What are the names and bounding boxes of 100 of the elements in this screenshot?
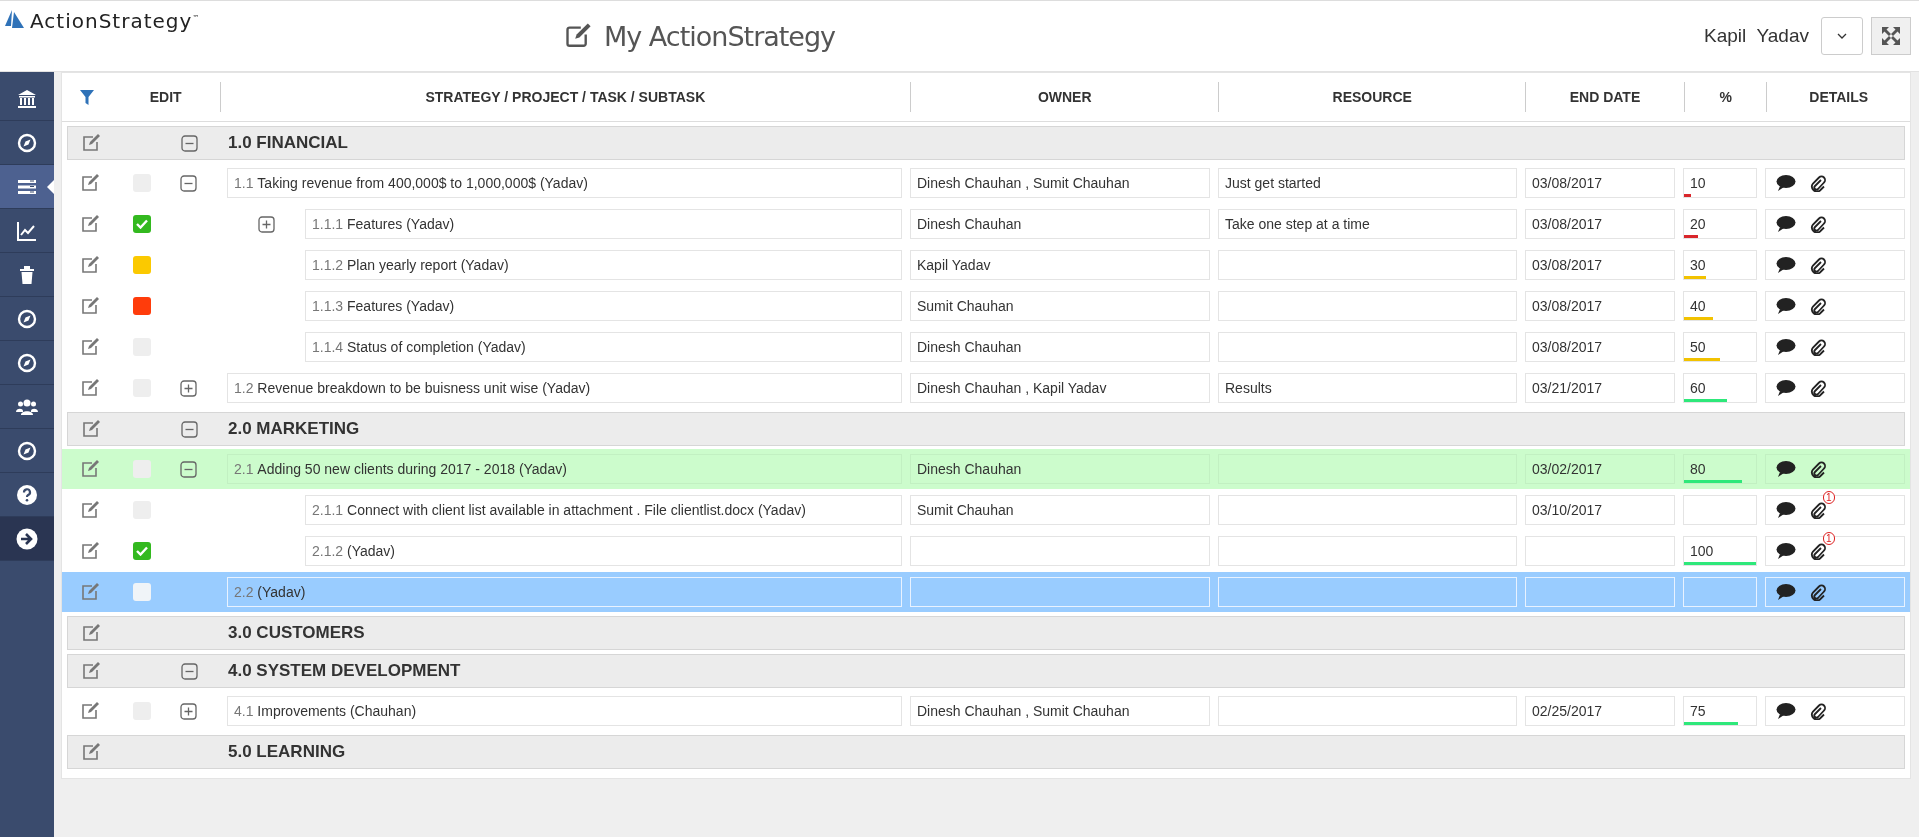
attachment-count-badge: 1	[1823, 491, 1835, 504]
page-title: My ActionStrategy	[604, 20, 836, 52]
task-row[interactable]: 1.2 Revenue breakdown to be buisness unit wise (Yadav) Dinesh Chauhan , Kapil Yadav Results 03/21/2017 60	[62, 368, 1910, 408]
percent-cell: 10	[1683, 168, 1757, 198]
arrow-right-icon	[15, 526, 39, 551]
comment-icon[interactable]	[1776, 702, 1796, 720]
paperclip-icon[interactable]	[1810, 460, 1826, 478]
percent-cell: 60	[1683, 373, 1757, 403]
task-title: 1.1.4 Status of completion (Yadav)	[305, 332, 902, 362]
owner-cell: Dinesh Chauhan	[910, 332, 1210, 362]
end-date-cell: 03/02/2017	[1525, 454, 1675, 484]
percent-cell: 40	[1683, 291, 1757, 321]
status-checkbox[interactable]	[133, 542, 151, 560]
end-date-cell: 03/08/2017	[1525, 291, 1675, 321]
comment-icon[interactable]	[1776, 379, 1796, 397]
sidebar-item[interactable]	[0, 165, 54, 209]
collapse-icon[interactable]	[180, 460, 197, 478]
end-date-cell: 03/08/2017	[1525, 168, 1675, 198]
edit-icon[interactable]	[80, 420, 101, 438]
task-title: 2.1 Adding 50 new clients during 2017 - 2018 (Yadav)	[227, 454, 902, 484]
edit-icon[interactable]	[80, 743, 101, 761]
task-row[interactable]: 2.2 (Yadav)	[62, 572, 1910, 612]
paperclip-icon[interactable]	[1810, 583, 1826, 601]
paperclip-icon[interactable]	[1810, 702, 1826, 720]
fullscreen-button[interactable]	[1871, 17, 1911, 55]
percent-column-header: %	[1684, 82, 1768, 112]
task-title: 1.1.1 Features (Yadav)	[305, 209, 902, 239]
edit-icon[interactable]	[80, 624, 101, 642]
paperclip-icon[interactable]	[1810, 501, 1826, 519]
resource-cell: Take one step at a time	[1218, 209, 1517, 239]
task-row[interactable]: 1.1.1 Features (Yadav) Dinesh Chauhan Take one step at a time 03/08/2017 20	[62, 204, 1910, 244]
comment-icon[interactable]	[1776, 215, 1796, 233]
status-checkbox[interactable]	[133, 215, 151, 233]
task-row[interactable]: 4.1 Improvements (Chauhan) Dinesh Chauhan , Sumit Chauhan 02/25/2017 75	[62, 691, 1910, 731]
paperclip-icon[interactable]	[1810, 338, 1826, 356]
task-row[interactable]: 2.1.1 Connect with client list available in attachment . File clientlist.docx (Yadav) Sumit Chauhan 03/10/2017 1	[62, 490, 1910, 530]
task-title: 1.1.2 Plan yearly report (Yadav)	[305, 250, 902, 280]
edit-column-header: EDIT	[111, 82, 221, 112]
logo-icon	[4, 9, 26, 29]
filter-icon[interactable]	[79, 89, 94, 105]
edit-icon[interactable]	[79, 379, 100, 397]
comment-icon[interactable]	[1776, 542, 1796, 560]
task-row[interactable]: 1.1.4 Status of completion (Yadav) Dinesh Chauhan 03/08/2017 50	[62, 327, 1910, 367]
paperclip-icon[interactable]	[1810, 379, 1826, 397]
percent-cell: 75	[1683, 696, 1757, 726]
status-checkbox[interactable]	[133, 297, 151, 315]
comment-icon[interactable]	[1776, 256, 1796, 274]
paperclip-icon[interactable]	[1810, 297, 1826, 315]
paperclip-icon[interactable]	[1810, 542, 1826, 560]
task-row[interactable]: 1.1.2 Plan yearly report (Yadav) Kapil Yadav 03/08/2017 30	[62, 245, 1910, 285]
comment-icon[interactable]	[1776, 460, 1796, 478]
end-date-cell: 03/21/2017	[1525, 373, 1675, 403]
help-icon	[15, 482, 39, 507]
status-checkbox[interactable]	[133, 583, 151, 601]
task-row[interactable]: 2.1 Adding 50 new clients during 2017 - 2018 (Yadav) Dinesh Chauhan 03/02/2017 80	[62, 449, 1910, 489]
edit-icon[interactable]	[80, 662, 101, 680]
task-column-header: STRATEGY / PROJECT / TASK / SUBTASK	[220, 82, 912, 112]
status-checkbox[interactable]	[133, 256, 151, 274]
collapse-icon[interactable]	[181, 134, 198, 152]
comment-icon[interactable]	[1776, 174, 1796, 192]
task-row[interactable]: 2.1.2 (Yadav) 100 1	[62, 531, 1910, 571]
paperclip-icon[interactable]	[1810, 174, 1826, 192]
edit-icon[interactable]	[79, 174, 100, 192]
expand-icon[interactable]	[180, 379, 197, 397]
collapse-icon[interactable]	[181, 420, 198, 438]
details-column-header: DETAILS	[1808, 88, 1870, 107]
comment-icon[interactable]	[1776, 583, 1796, 601]
collapse-icon[interactable]	[180, 174, 197, 192]
edit-icon[interactable]	[79, 256, 100, 274]
edit-icon[interactable]	[79, 501, 100, 519]
edit-icon[interactable]	[80, 134, 101, 152]
comment-icon[interactable]	[1776, 297, 1796, 315]
expand-icon[interactable]	[180, 702, 197, 720]
logo-text: ActionStrategy$^{™}$	[30, 9, 201, 33]
status-checkbox[interactable]	[133, 460, 151, 478]
task-row[interactable]: 1.1 Taking revenue from 400,000$ to 1,000,000$ (Yadav) Dinesh Chauhan , Sumit Chauhan Just get started 03/08/2017 10	[62, 163, 1910, 203]
collapse-icon[interactable]	[181, 662, 198, 680]
resource-column-header: RESOURCE	[1219, 82, 1527, 112]
edit-icon[interactable]	[79, 338, 100, 356]
task-row[interactable]: 1.1.3 Features (Yadav) Sumit Chauhan 03/08/2017 40	[62, 286, 1910, 326]
edit-icon[interactable]	[79, 542, 100, 560]
comment-icon[interactable]	[1776, 501, 1796, 519]
expand-arrows-icon	[1880, 25, 1902, 47]
expand-icon[interactable]	[258, 215, 275, 233]
group-title: 3.0 CUSTOMERS	[228, 623, 365, 643]
paperclip-icon[interactable]	[1810, 256, 1826, 274]
paperclip-icon[interactable]	[1810, 215, 1826, 233]
edit-icon[interactable]	[79, 297, 100, 315]
owner-cell: Dinesh Chauhan , Sumit Chauhan	[910, 168, 1210, 198]
edit-icon[interactable]	[79, 702, 100, 720]
end-date-cell: 03/08/2017	[1525, 250, 1675, 280]
owner-cell: Dinesh Chauhan	[910, 454, 1210, 484]
task-title: 1.1 Taking revenue from 400,000$ to 1,000,000$ (Yadav)	[227, 168, 902, 198]
edit-icon[interactable]	[79, 583, 100, 601]
edit-icon[interactable]	[79, 460, 100, 478]
edit-icon[interactable]	[79, 215, 100, 233]
owner-cell: Kapil Yadav	[910, 250, 1210, 280]
comment-icon[interactable]	[1776, 338, 1796, 356]
resource-cell: Results	[1218, 373, 1517, 403]
sidebar-item[interactable]	[0, 517, 54, 561]
